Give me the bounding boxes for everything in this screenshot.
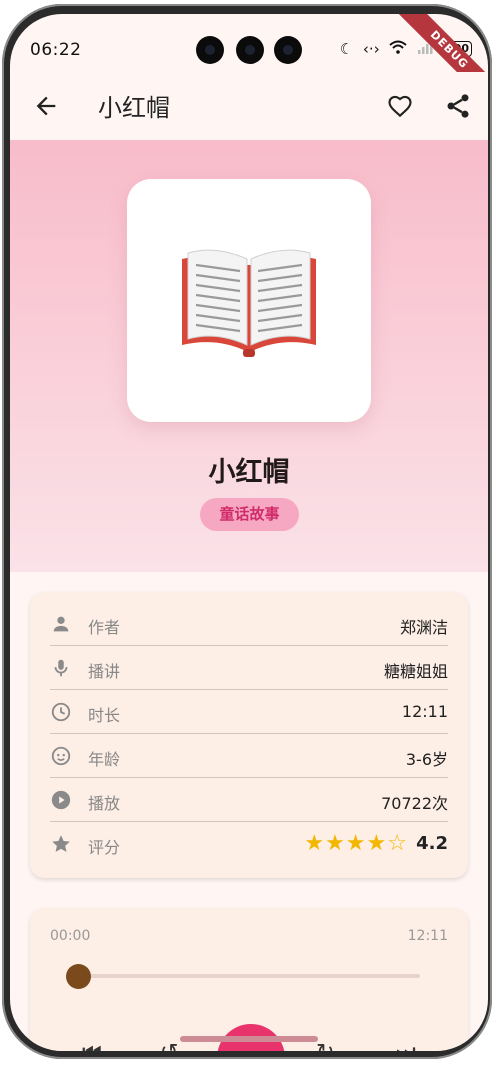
info-row-duration: 时长 12:11 bbox=[50, 690, 448, 734]
info-value: 郑渊洁 bbox=[399, 618, 448, 637]
total-time: 12:11 bbox=[407, 928, 448, 944]
category-tag: 童话故事 bbox=[200, 498, 299, 531]
share-icon[interactable] bbox=[444, 92, 472, 120]
star-outline-icon: ☆ bbox=[387, 831, 408, 856]
home-indicator[interactable] bbox=[180, 1036, 318, 1042]
status-time: 06:22 bbox=[30, 40, 82, 60]
forward-icon[interactable]: ↻ bbox=[316, 1040, 334, 1051]
info-label: 时长 bbox=[88, 706, 121, 725]
star-icon bbox=[52, 835, 70, 852]
star-filled-icon: ★ bbox=[345, 831, 367, 856]
info-label: 播讲 bbox=[88, 662, 121, 681]
info-value: 12:11 bbox=[401, 702, 448, 721]
face-icon bbox=[51, 746, 71, 766]
info-row-rating: 评分 ★★★★☆ 4.2 bbox=[50, 822, 448, 866]
moon-icon: ☾ bbox=[339, 39, 354, 58]
book-info-card: 作者 郑渊洁 播讲 糖糖姐姐 时长 12:11 年龄 3-6岁 播放 70722… bbox=[30, 592, 468, 878]
book-cover bbox=[127, 179, 371, 422]
camera-icon bbox=[274, 36, 302, 64]
book-title: 小红帽 bbox=[208, 457, 290, 488]
info-row-author: 作者 郑渊洁 bbox=[50, 602, 448, 646]
app-screen: 06:22 ☾ ‹·› 100 DEBUG bbox=[10, 14, 488, 1051]
rating-stars: ★★★★☆ bbox=[304, 831, 408, 856]
star-filled-icon: ★ bbox=[325, 831, 346, 856]
info-value: 3-6岁 bbox=[405, 750, 448, 769]
info-value: 70722次 bbox=[381, 794, 448, 813]
star-filled-icon: ★ bbox=[304, 831, 326, 856]
play-circle-icon bbox=[51, 790, 71, 810]
rating-value: 4.2 bbox=[416, 833, 448, 854]
rewind-icon[interactable]: ↺ bbox=[160, 1040, 178, 1051]
person-icon bbox=[53, 616, 69, 632]
info-label: 作者 bbox=[88, 618, 121, 637]
app-bar: 小红帽 bbox=[10, 72, 488, 140]
info-row-narrator: 播讲 糖糖姐姐 bbox=[50, 646, 448, 690]
skip-previous-icon[interactable]: ⏮ bbox=[82, 1040, 102, 1051]
info-value: 糖糖姐姐 bbox=[383, 662, 448, 681]
open-book-icon bbox=[182, 249, 316, 357]
data-transfer-icon: ‹·› bbox=[362, 39, 380, 58]
wifi-icon bbox=[389, 40, 408, 58]
info-label: 年龄 bbox=[88, 750, 121, 769]
heart-outline-icon[interactable] bbox=[386, 92, 414, 120]
audio-player: 00:00 12:11 ⏮ ↺ ↻ ⏭ bbox=[30, 908, 468, 1051]
progress-knob[interactable] bbox=[66, 964, 91, 989]
info-label: 播放 bbox=[88, 794, 121, 813]
info-row-plays: 播放 70722次 bbox=[50, 778, 448, 822]
camera-icon bbox=[196, 36, 224, 64]
progress-track[interactable] bbox=[78, 974, 420, 978]
camera-icon bbox=[236, 36, 264, 64]
current-time: 00:00 bbox=[50, 928, 91, 944]
info-row-age: 年龄 3-6岁 bbox=[50, 734, 448, 778]
device-frame: 06:22 ☾ ‹·› 100 DEBUG bbox=[0, 0, 496, 1065]
star-filled-icon: ★ bbox=[366, 831, 388, 856]
status-bar: 06:22 ☾ ‹·› 100 DEBUG bbox=[10, 14, 488, 111]
info-label: 评分 bbox=[88, 838, 121, 857]
clock-icon bbox=[51, 702, 71, 722]
skip-next-icon[interactable]: ⏭ bbox=[396, 1040, 416, 1051]
microphone-icon bbox=[54, 659, 68, 677]
book-hero: 小红帽 童话故事 bbox=[10, 140, 488, 572]
back-arrow-icon[interactable] bbox=[32, 92, 60, 120]
phone-bezel: 06:22 ☾ ‹·› 100 DEBUG bbox=[2, 4, 492, 1059]
page-title: 小红帽 bbox=[98, 94, 170, 122]
